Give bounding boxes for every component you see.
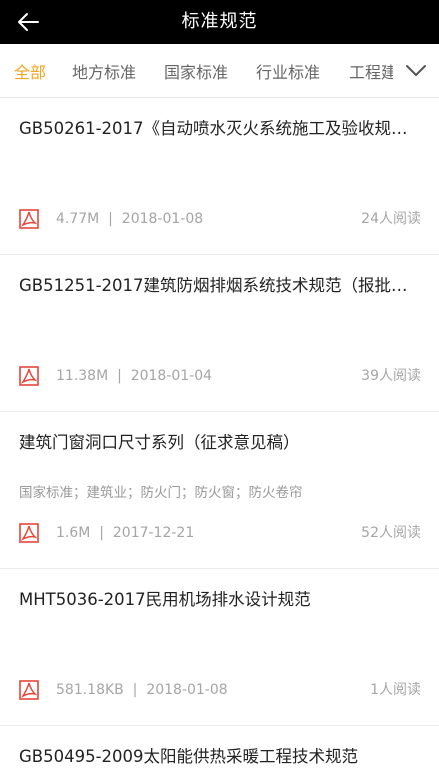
list-item[interactable]: GB51251-2017建筑防烟排烟系统技术规范（报批稿） 11.38M | 2…: [0, 254, 439, 412]
item-title: GB51251-2017建筑防烟排烟系统技术规范（报批稿）: [19, 276, 421, 295]
tab-all[interactable]: 全部: [14, 44, 46, 97]
item-title: GB50495-2009太阳能供热采暖工程技术规范: [19, 747, 359, 766]
item-title: MHT5036-2017民用机场排水设计规范: [19, 590, 311, 609]
list-item[interactable]: GB50261-2017《自动喷水灭火系统施工及验收规范》 4.77M | 20…: [0, 97, 439, 255]
pdf-icon: [19, 523, 39, 543]
page-title: 标准规范: [181, 11, 258, 32]
tab-engineering[interactable]: 工程建: [349, 44, 397, 97]
list-item[interactable]: 建筑门窗洞口尺寸系列（征求意见稿） 国家标准；建筑业；防火门；防火窗；防火卷帘 …: [0, 411, 439, 569]
item-size-date: 581.18KB | 2018-01-08: [56, 682, 228, 698]
item-meta: 581.18KB | 2018-01-08 1人阅读: [19, 680, 421, 700]
category-tabs: 全部 地方标准 国家标准 行业标准 工程建: [0, 44, 439, 98]
chevron-down-icon: [406, 64, 426, 76]
item-meta: 1.6M | 2017-12-21 52人阅读: [19, 523, 421, 543]
tab-local-standard[interactable]: 地方标准: [72, 44, 136, 97]
item-size-date: 11.38M | 2018-01-04: [56, 368, 213, 384]
tab-national-standard[interactable]: 国家标准: [164, 44, 228, 97]
item-meta: 11.38M | 2018-01-04 39人阅读: [19, 366, 421, 386]
list-item[interactable]: MHT5036-2017民用机场排水设计规范 581.18KB | 2018-0…: [0, 568, 439, 726]
pdf-icon: [19, 209, 39, 229]
item-tags: 国家标准；建筑业；防火门；防火窗；防火卷帘: [19, 485, 303, 501]
item-reads: 39人阅读: [361, 368, 421, 384]
item-title: GB50261-2017《自动喷水灭火系统施工及验收规范》: [19, 119, 421, 138]
item-reads: 24人阅读: [361, 211, 421, 227]
tab-industry-standard[interactable]: 行业标准: [256, 44, 320, 97]
top-bar: 标准规范: [0, 0, 439, 44]
item-title: 建筑门窗洞口尺寸系列（征求意见稿）: [19, 433, 300, 452]
pdf-icon: [19, 680, 39, 700]
item-reads: 52人阅读: [361, 525, 421, 541]
item-size-date: 4.77M | 2018-01-08: [56, 211, 204, 227]
list-item[interactable]: GB50495-2009太阳能供热采暖工程技术规范: [0, 725, 439, 783]
item-size-date: 1.6M | 2017-12-21: [56, 525, 195, 541]
item-meta: 4.77M | 2018-01-08 24人阅读: [19, 209, 421, 229]
item-reads: 1人阅读: [370, 682, 421, 698]
pdf-icon: [19, 366, 39, 386]
tabs-expand-button[interactable]: [393, 44, 439, 97]
